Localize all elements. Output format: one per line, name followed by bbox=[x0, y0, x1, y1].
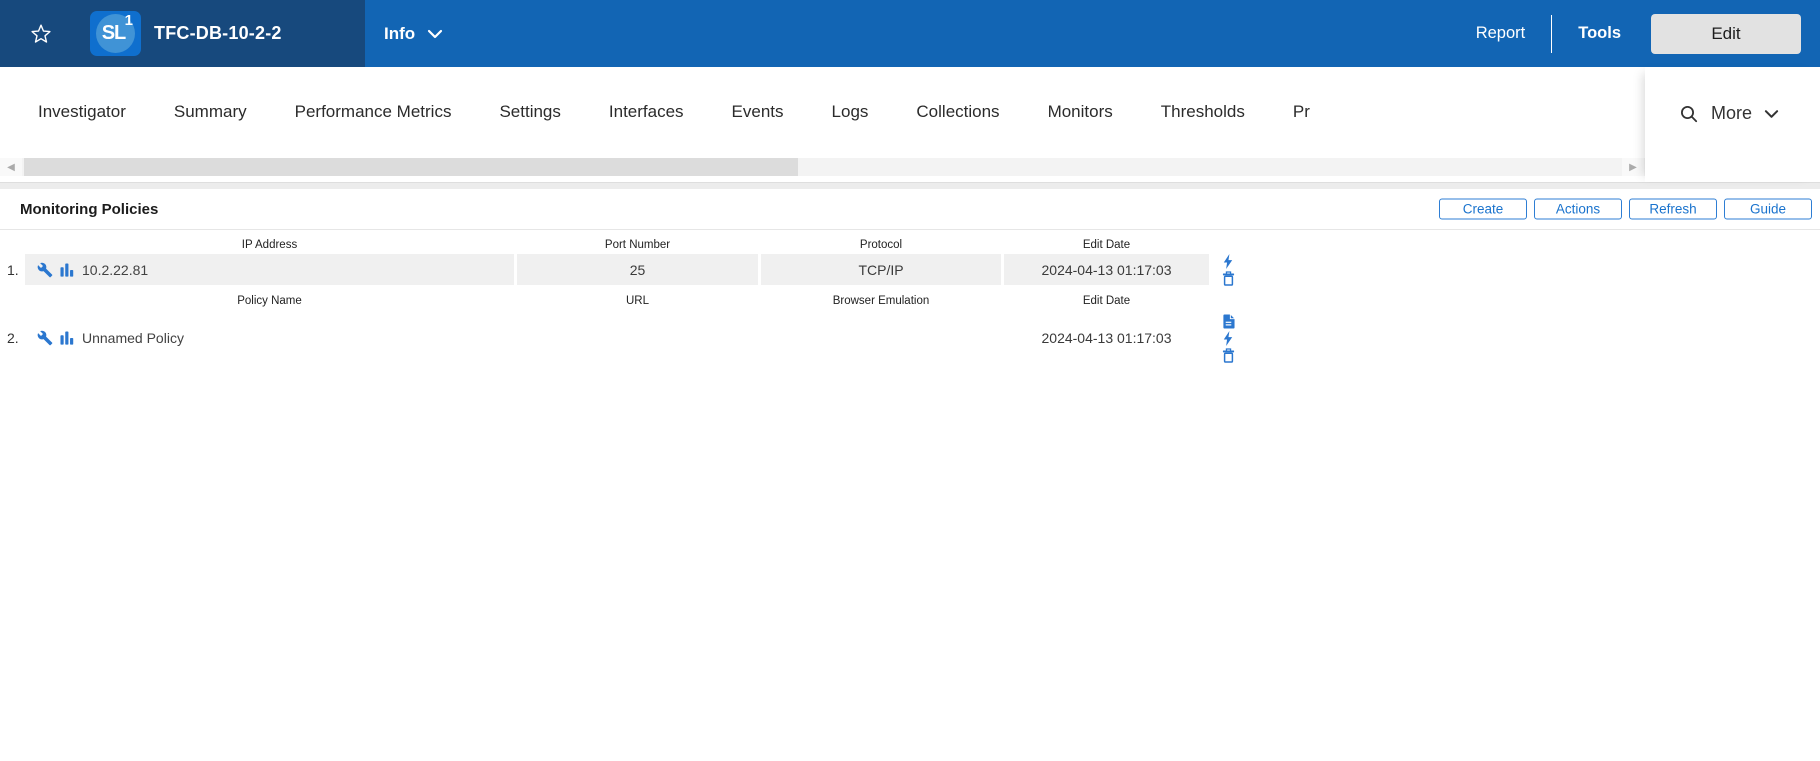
tab-investigator[interactable]: Investigator bbox=[14, 67, 150, 157]
panel-title: Monitoring Policies bbox=[20, 200, 159, 218]
protocol-cell: TCP/IP bbox=[761, 254, 1001, 285]
column-header-port-number: Port Number bbox=[604, 239, 671, 251]
column-header-edit-date-2: Edit Date bbox=[1082, 295, 1131, 307]
policy-name-cell: Unnamed Policy bbox=[25, 330, 514, 346]
tools-link[interactable]: Tools bbox=[1578, 24, 1621, 43]
tab-settings[interactable]: Settings bbox=[475, 67, 584, 157]
sl1-logo-superscript: 1 bbox=[124, 12, 133, 29]
actions-button[interactable]: Actions bbox=[1534, 198, 1622, 220]
table-header-row-1: IP Address Port Number Protocol Edit Dat… bbox=[0, 232, 1820, 254]
tabs-scroll-viewport: Investigator Summary Performance Metrics… bbox=[0, 67, 1645, 157]
sl1-logo-circle: SL 1 bbox=[96, 12, 135, 53]
more-dropdown-label: More bbox=[1711, 103, 1753, 123]
top-bar-divider bbox=[1551, 14, 1553, 53]
port-number-cell: 25 bbox=[517, 254, 758, 285]
top-bar-right-section: Report Tools Edit bbox=[1476, 0, 1820, 67]
more-dropdown[interactable]: More bbox=[1679, 103, 1779, 124]
sl1-logo-text: SL bbox=[101, 22, 127, 44]
tab-thresholds[interactable]: Thresholds bbox=[1137, 67, 1269, 157]
tab-bar: Investigator Summary Performance Metrics… bbox=[0, 67, 1820, 183]
column-header-protocol: Protocol bbox=[859, 239, 903, 251]
refresh-button[interactable]: Refresh bbox=[1629, 198, 1717, 220]
info-dropdown-label: Info bbox=[384, 23, 416, 43]
chevron-down-icon bbox=[1764, 109, 1779, 119]
screen: SL 1 TFC-DB-10-2-2 Info Report Tools Edi… bbox=[0, 0, 1820, 761]
column-header-ip-address: IP Address bbox=[241, 239, 298, 251]
tab-events[interactable]: Events bbox=[708, 67, 808, 157]
table-row: 2. Unnamed Policy 2024-04-13 01:17:03 bbox=[0, 310, 1820, 366]
row-index: 1. bbox=[7, 261, 19, 278]
row-action-icons bbox=[1213, 314, 1243, 363]
bar-chart-icon[interactable] bbox=[60, 330, 75, 346]
row-index: 2. bbox=[7, 330, 19, 346]
top-bar-left-section: SL 1 TFC-DB-10-2-2 bbox=[0, 0, 365, 67]
row-action-icons bbox=[1213, 253, 1243, 286]
guide-button[interactable]: Guide bbox=[1724, 198, 1812, 220]
wrench-icon[interactable] bbox=[37, 262, 53, 278]
scroll-right-arrow-icon[interactable]: ▶ bbox=[1622, 158, 1644, 176]
chevron-down-icon bbox=[427, 29, 443, 39]
tabs-row: Investigator Summary Performance Metrics… bbox=[0, 67, 1645, 157]
policy-name[interactable]: 10.2.22.81 bbox=[82, 262, 148, 278]
edit-date-cell: 2024-04-13 01:17:03 bbox=[1041, 330, 1172, 346]
edit-date-cell: 2024-04-13 01:17:03 bbox=[1004, 254, 1209, 285]
panel-header: Monitoring Policies Create Actions Refre… bbox=[0, 189, 1820, 230]
top-bar: SL 1 TFC-DB-10-2-2 Info Report Tools Edi… bbox=[0, 0, 1820, 67]
tab-performance-metrics[interactable]: Performance Metrics bbox=[271, 67, 476, 157]
create-button[interactable]: Create bbox=[1439, 198, 1527, 220]
monitoring-policies-table: IP Address Port Number Protocol Edit Dat… bbox=[0, 230, 1820, 366]
tabs-horizontal-scrollbar[interactable]: ◀ ▶ bbox=[0, 158, 1645, 176]
tab-truncated[interactable]: Pr bbox=[1269, 67, 1310, 157]
table-header-row-2: Policy Name URL Browser Emulation Edit D… bbox=[0, 288, 1820, 310]
table-row: 1. 10.2.22.81 25 TCP/IP 2024-04-13 01:17… bbox=[0, 253, 1820, 286]
bar-chart-icon[interactable] bbox=[60, 262, 75, 278]
monitoring-policies-panel: Monitoring Policies Create Actions Refre… bbox=[0, 189, 1820, 761]
report-link[interactable]: Report bbox=[1476, 24, 1526, 43]
edit-button[interactable]: Edit bbox=[1651, 13, 1801, 54]
tab-logs[interactable]: Logs bbox=[808, 67, 893, 157]
policy-name[interactable]: Unnamed Policy bbox=[82, 330, 184, 346]
sl1-logo: SL 1 bbox=[90, 11, 141, 56]
info-dropdown[interactable]: Info bbox=[384, 0, 443, 67]
policy-name-cell: 10.2.22.81 bbox=[25, 254, 514, 285]
column-header-policy-name: Policy Name bbox=[237, 295, 302, 307]
favorite-star-icon[interactable] bbox=[28, 21, 54, 47]
lightning-icon[interactable] bbox=[1222, 330, 1234, 346]
column-header-url: URL bbox=[625, 295, 649, 307]
panel-action-buttons: Create Actions Refresh Guide bbox=[1439, 198, 1812, 220]
column-header-browser-emulation: Browser Emulation bbox=[832, 295, 930, 307]
page-title: TFC-DB-10-2-2 bbox=[154, 23, 282, 43]
trash-icon[interactable] bbox=[1222, 270, 1235, 286]
scrollbar-thumb[interactable] bbox=[24, 158, 798, 176]
tab-monitors[interactable]: Monitors bbox=[1024, 67, 1137, 157]
tabs-more-panel: More bbox=[1645, 67, 1820, 182]
search-icon[interactable] bbox=[1679, 104, 1699, 124]
tab-interfaces[interactable]: Interfaces bbox=[585, 67, 708, 157]
trash-icon[interactable] bbox=[1222, 347, 1235, 363]
document-icon[interactable] bbox=[1222, 314, 1235, 329]
column-header-edit-date-1: Edit Date bbox=[1082, 239, 1131, 251]
tab-collections[interactable]: Collections bbox=[892, 67, 1023, 157]
scroll-left-arrow-icon[interactable]: ◀ bbox=[0, 158, 22, 176]
tab-summary[interactable]: Summary bbox=[150, 67, 271, 157]
wrench-icon[interactable] bbox=[37, 330, 53, 346]
lightning-icon[interactable] bbox=[1222, 253, 1234, 269]
